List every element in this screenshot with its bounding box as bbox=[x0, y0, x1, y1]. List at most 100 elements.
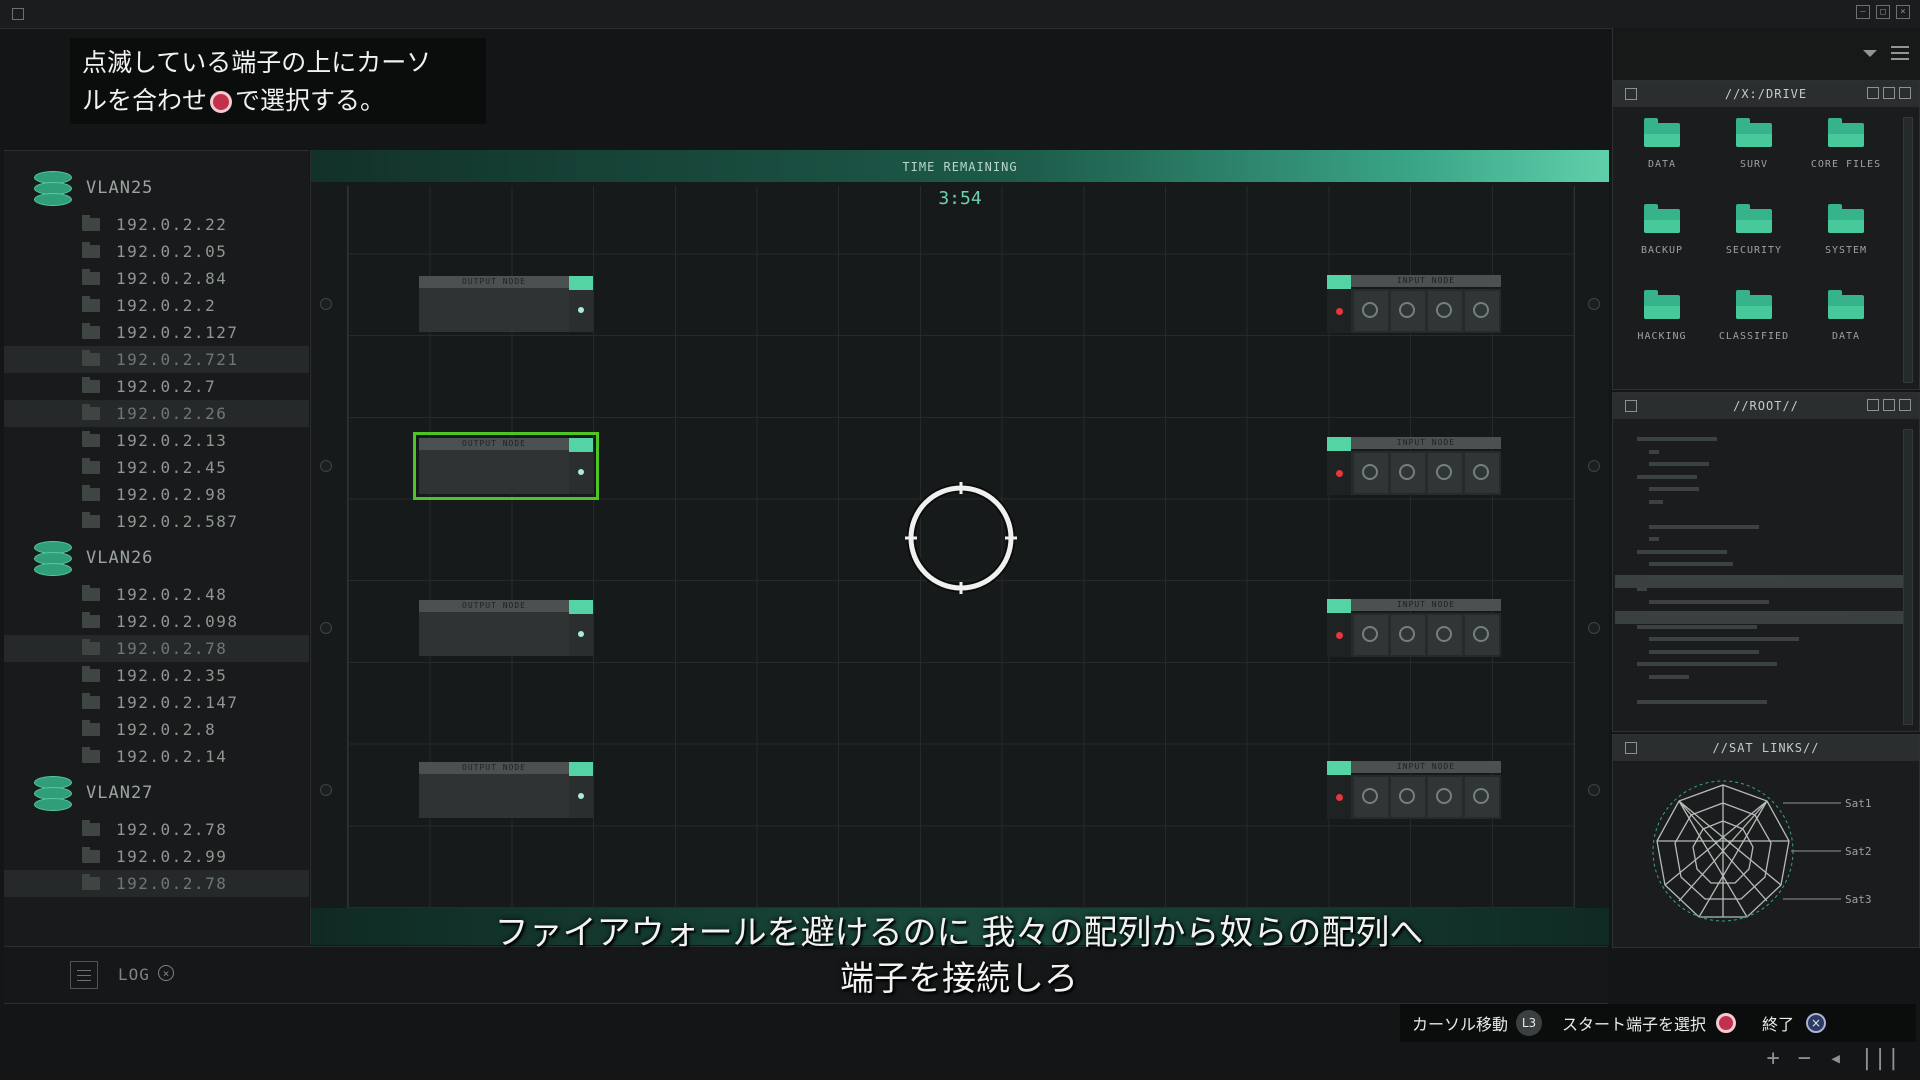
window-controls: – □ × bbox=[1856, 5, 1910, 19]
output-port[interactable] bbox=[569, 290, 593, 332]
ip-list-item[interactable]: 192.0.2.26 bbox=[4, 400, 309, 427]
ip-list-item[interactable]: 192.0.2.147 bbox=[4, 689, 309, 716]
input-port[interactable] bbox=[1327, 613, 1351, 657]
drive-folder[interactable]: HACKING bbox=[1617, 290, 1707, 342]
input-slot[interactable] bbox=[1465, 453, 1499, 493]
quit-label[interactable]: 終了 bbox=[1762, 1011, 1794, 1035]
input-slot[interactable] bbox=[1391, 453, 1425, 493]
ip-list-item[interactable]: 192.0.2.48 bbox=[4, 581, 309, 608]
ip-list-item[interactable]: 192.0.2.7 bbox=[4, 373, 309, 400]
input-slot[interactable] bbox=[1391, 777, 1425, 817]
log-icon[interactable] bbox=[70, 961, 98, 989]
menu-icon[interactable] bbox=[1891, 46, 1909, 64]
input-slot[interactable] bbox=[1391, 291, 1425, 331]
folder-icon bbox=[1644, 204, 1680, 233]
output-node[interactable]: OUTPUT NODE bbox=[419, 600, 593, 656]
input-node[interactable]: INPUT NODE bbox=[1327, 437, 1501, 495]
drive-folder[interactable]: SYSTEM bbox=[1801, 204, 1891, 256]
node-tab bbox=[1327, 437, 1351, 451]
zoom-out-icon[interactable]: − bbox=[1798, 1046, 1811, 1071]
ip-list-item[interactable]: 192.0.2.78 bbox=[4, 870, 309, 897]
drive-folder[interactable]: CORE FILES bbox=[1801, 118, 1891, 170]
vlan-group-header[interactable]: VLAN25 bbox=[4, 165, 309, 211]
ip-list-item[interactable]: 192.0.2.127 bbox=[4, 319, 309, 346]
chevron-down-icon[interactable] bbox=[1863, 50, 1877, 57]
ip-list-item[interactable]: 192.0.2.22 bbox=[4, 211, 309, 238]
minimize-icon[interactable]: – bbox=[1856, 5, 1870, 19]
input-port[interactable] bbox=[1327, 289, 1351, 333]
maximize-icon[interactable]: □ bbox=[1876, 5, 1890, 19]
ip-address: 192.0.2.13 bbox=[116, 431, 228, 450]
ip-list-item[interactable]: 192.0.2.99 bbox=[4, 843, 309, 870]
ip-list-item[interactable]: 192.0.2.78 bbox=[4, 635, 309, 662]
ip-address: 192.0.2.78 bbox=[116, 874, 228, 893]
output-node[interactable]: OUTPUT NODE bbox=[413, 432, 599, 500]
input-slot[interactable] bbox=[1465, 615, 1499, 655]
drive-scrollbar[interactable] bbox=[1903, 117, 1913, 383]
drive-folder[interactable]: SECURITY bbox=[1709, 204, 1799, 256]
input-slot[interactable] bbox=[1465, 777, 1499, 817]
drive-folder[interactable]: DATA bbox=[1617, 118, 1707, 170]
maximize-icon[interactable] bbox=[1883, 399, 1895, 411]
ip-list-item[interactable]: 192.0.2.78 bbox=[4, 816, 309, 843]
log-close-icon[interactable]: × bbox=[158, 965, 174, 981]
ip-list-item[interactable]: 192.0.2.2 bbox=[4, 292, 309, 319]
code-line-bar bbox=[1637, 662, 1777, 666]
crosshair-cursor-icon[interactable] bbox=[903, 480, 1019, 596]
input-slot[interactable] bbox=[1428, 777, 1462, 817]
ip-list-item[interactable]: 192.0.2.098 bbox=[4, 608, 309, 635]
input-slot[interactable] bbox=[1354, 453, 1388, 493]
close-icon[interactable] bbox=[1899, 87, 1911, 99]
output-node[interactable]: OUTPUT NODE bbox=[419, 276, 593, 332]
ip-list-item[interactable]: 192.0.2.84 bbox=[4, 265, 309, 292]
drive-folder[interactable]: BACKUP bbox=[1617, 204, 1707, 256]
ip-list-item[interactable]: 192.0.2.35 bbox=[4, 662, 309, 689]
input-node[interactable]: INPUT NODE bbox=[1327, 761, 1501, 819]
output-node[interactable]: OUTPUT NODE bbox=[419, 762, 593, 818]
input-node[interactable]: INPUT NODE bbox=[1327, 599, 1501, 657]
zoom-in-icon[interactable]: + bbox=[1767, 1046, 1780, 1071]
log-label[interactable]: LOG bbox=[118, 965, 150, 984]
ip-list-item[interactable]: 192.0.2.98 bbox=[4, 481, 309, 508]
speaker-icon[interactable]: ◂ bbox=[1829, 1046, 1842, 1071]
ip-list-item[interactable]: 192.0.2.14 bbox=[4, 743, 309, 770]
input-slot[interactable] bbox=[1354, 777, 1388, 817]
input-slot[interactable] bbox=[1354, 291, 1388, 331]
input-slot[interactable] bbox=[1428, 615, 1462, 655]
input-slot[interactable] bbox=[1428, 453, 1462, 493]
output-port[interactable] bbox=[569, 776, 593, 818]
input-slot[interactable] bbox=[1428, 291, 1462, 331]
code-scrollbar[interactable] bbox=[1903, 429, 1913, 725]
node-tab bbox=[569, 762, 593, 776]
close-icon[interactable] bbox=[1899, 399, 1911, 411]
minimize-icon[interactable] bbox=[1867, 399, 1879, 411]
bars-icon[interactable]: ||| bbox=[1860, 1046, 1900, 1071]
close-icon[interactable]: × bbox=[1896, 5, 1910, 19]
node-body bbox=[419, 450, 569, 494]
input-slot[interactable] bbox=[1354, 615, 1388, 655]
input-slot[interactable] bbox=[1391, 615, 1425, 655]
input-slot[interactable] bbox=[1465, 291, 1499, 331]
node-tab bbox=[569, 600, 593, 614]
ip-list-item[interactable]: 192.0.2.45 bbox=[4, 454, 309, 481]
input-port[interactable] bbox=[1327, 451, 1351, 495]
input-port[interactable] bbox=[1327, 775, 1351, 819]
ip-list-item[interactable]: 192.0.2.721 bbox=[4, 346, 309, 373]
output-port[interactable] bbox=[569, 614, 593, 656]
drive-folder[interactable]: DATA bbox=[1801, 290, 1891, 342]
vlan-group-header[interactable]: VLAN26 bbox=[4, 535, 309, 581]
ip-list-item[interactable]: 192.0.2.587 bbox=[4, 508, 309, 535]
ip-list-item[interactable]: 192.0.2.8 bbox=[4, 716, 309, 743]
drive-folder[interactable]: CLASSIFIED bbox=[1709, 290, 1799, 342]
ip-list-item[interactable]: 192.0.2.05 bbox=[4, 238, 309, 265]
drive-folder[interactable]: SURV bbox=[1709, 118, 1799, 170]
input-node[interactable]: INPUT NODE bbox=[1327, 275, 1501, 333]
ip-list-item[interactable]: 192.0.2.13 bbox=[4, 427, 309, 454]
ip-address: 192.0.2.35 bbox=[116, 666, 228, 685]
vlan-group-header[interactable]: VLAN27 bbox=[4, 770, 309, 816]
output-port[interactable] bbox=[569, 452, 593, 494]
minimize-icon[interactable] bbox=[1867, 87, 1879, 99]
folder-icon bbox=[82, 431, 100, 447]
cross-button-icon[interactable]: × bbox=[1806, 1013, 1827, 1033]
maximize-icon[interactable] bbox=[1883, 87, 1895, 99]
